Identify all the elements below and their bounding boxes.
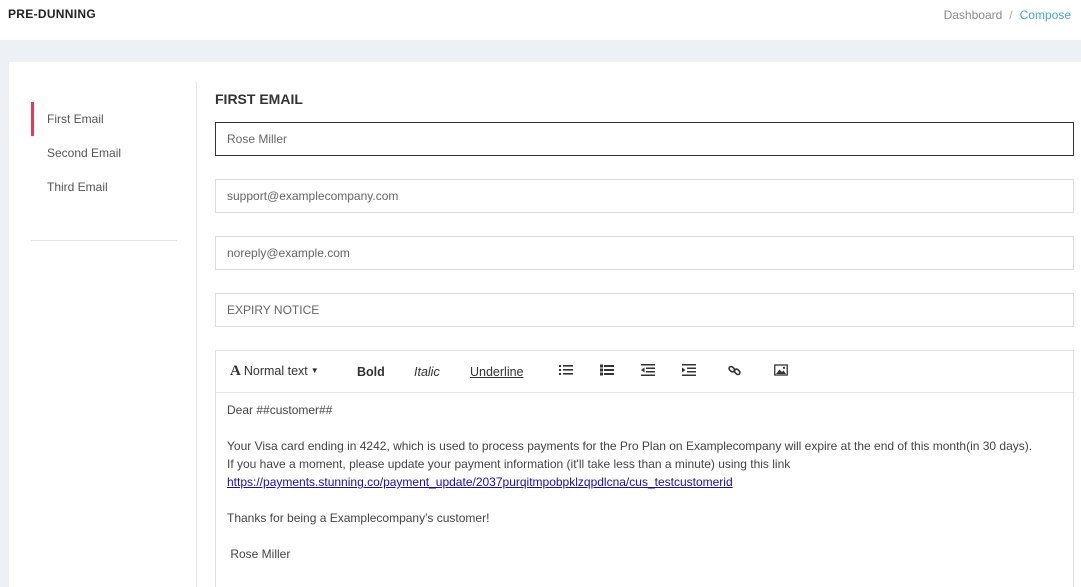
link-icon[interactable] bbox=[728, 364, 744, 378]
sidebar-item-third-email[interactable]: Third Email bbox=[31, 170, 177, 204]
sidebar-item-label: Second Email bbox=[47, 146, 122, 160]
image-icon[interactable] bbox=[774, 364, 790, 378]
payment-update-link[interactable]: https://payments.stunning.co/payment_upd… bbox=[227, 475, 733, 489]
compose-card: First Email Second Email Third Email FIR… bbox=[9, 62, 1081, 587]
editor-toolbar: A Normal text ▼ Bold Italic Underline bbox=[216, 351, 1073, 393]
sidebar-item-second-email[interactable]: Second Email bbox=[31, 136, 177, 170]
sidebar-item-label: Third Email bbox=[47, 180, 108, 194]
sidebar-item-first-email[interactable]: First Email bbox=[31, 102, 177, 136]
breadcrumb-separator: / bbox=[1009, 8, 1013, 22]
text-format-icon: A bbox=[230, 363, 241, 379]
subject-field[interactable] bbox=[215, 293, 1074, 327]
breadcrumb: Dashboard / Compose bbox=[944, 8, 1071, 22]
sender-name-field[interactable] bbox=[215, 122, 1074, 156]
ordered-list-icon[interactable] bbox=[600, 364, 616, 378]
text-format-label: Normal text bbox=[243, 364, 308, 378]
bold-button[interactable]: Bold bbox=[357, 364, 385, 380]
body-paragraph: Your Visa card ending in 4242, which is … bbox=[227, 439, 1033, 453]
underline-button[interactable]: Underline bbox=[470, 364, 524, 380]
indent-icon[interactable] bbox=[682, 364, 698, 378]
page-title: PRE-DUNNING bbox=[8, 7, 96, 21]
signature-line: Rose Miller bbox=[227, 547, 291, 561]
from-email-field[interactable] bbox=[215, 236, 1074, 270]
vertical-divider bbox=[196, 82, 197, 587]
text-format-dropdown[interactable]: A Normal text ▼ bbox=[230, 363, 319, 379]
rich-text-editor: A Normal text ▼ Bold Italic Underline De… bbox=[215, 350, 1074, 587]
greeting-line: Dear ##customer## bbox=[227, 403, 333, 417]
sidebar-item-label: First Email bbox=[47, 112, 104, 126]
italic-button[interactable]: Italic bbox=[414, 364, 440, 380]
nav-divider bbox=[31, 240, 177, 241]
chevron-down-icon: ▼ bbox=[310, 366, 319, 375]
outdent-icon[interactable] bbox=[641, 364, 657, 378]
thanks-line: Thanks for being a Examplecompany's cust… bbox=[227, 511, 490, 525]
form-title: FIRST EMAIL bbox=[215, 91, 303, 107]
top-bar: PRE-DUNNING Dashboard / Compose bbox=[0, 0, 1081, 40]
body-paragraph: If you have a moment, please update your… bbox=[227, 457, 791, 471]
email-sequence-nav: First Email Second Email Third Email bbox=[31, 102, 177, 204]
breadcrumb-dashboard[interactable]: Dashboard bbox=[944, 8, 1003, 22]
reply-to-email-field[interactable] bbox=[215, 179, 1074, 213]
breadcrumb-compose[interactable]: Compose bbox=[1020, 8, 1071, 22]
email-body[interactable]: Dear ##customer## Your Visa card ending … bbox=[216, 393, 1073, 571]
unordered-list-icon[interactable] bbox=[559, 364, 575, 378]
